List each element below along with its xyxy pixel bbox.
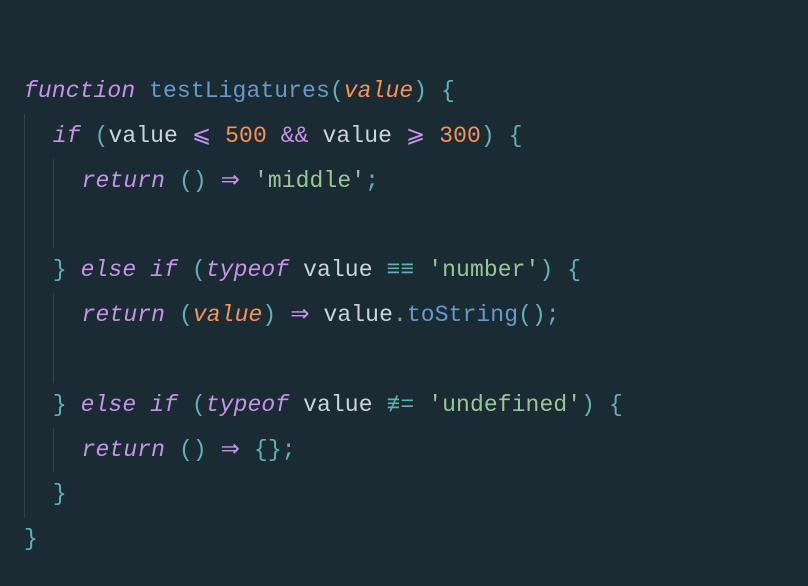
indent-guide [24, 159, 53, 204]
number-500: 500 [225, 123, 267, 149]
brace-close: } [24, 526, 38, 552]
brace-open: { [509, 123, 523, 149]
string-middle: 'middle' [254, 168, 365, 194]
paren-open: ( [192, 257, 206, 283]
paren-close: ) [581, 392, 595, 418]
identifier: value [108, 123, 178, 149]
brace-open: { [567, 257, 581, 283]
op-arrow: ⇒ [290, 302, 309, 328]
keyword-if: if [53, 123, 81, 149]
string-undefined: 'undefined' [428, 392, 581, 418]
keyword-return: return [82, 437, 165, 463]
line-8: } else if (typeof value ≢= 'undefined') … [24, 392, 623, 418]
op-le: ⩽ [192, 123, 211, 149]
dot: . [393, 302, 407, 328]
paren-close: ) [193, 168, 207, 194]
paren-open: ( [330, 78, 344, 104]
indent-guide [24, 383, 53, 428]
keyword-return: return [82, 168, 165, 194]
semicolon: ; [365, 168, 379, 194]
identifier: value [323, 302, 393, 328]
paren-close: ) [481, 123, 495, 149]
paren-open: ( [179, 437, 193, 463]
indent-guide [24, 203, 53, 248]
brace-close: } [53, 392, 67, 418]
op-eq3: ≡≡ [387, 257, 415, 283]
paren-open: ( [518, 302, 532, 328]
indent-guide [24, 428, 53, 473]
line-11: } [24, 526, 38, 552]
line-2: if (value ⩽ 500 && value ⩾ 300) { [24, 123, 523, 149]
op-arrow: ⇒ [221, 437, 240, 463]
brace-close: } [53, 481, 67, 507]
number-300: 300 [439, 123, 481, 149]
line-9: return () ⇒ {}; [24, 437, 296, 463]
keyword-function: function [24, 78, 135, 104]
semicolon: ; [282, 437, 296, 463]
keyword-return: return [82, 302, 165, 328]
method-tostring: toString [407, 302, 518, 328]
line-1: function testLigatures(value) { [24, 78, 455, 104]
brace-open: { [254, 437, 268, 463]
op-and: && [281, 123, 309, 149]
line-6: return (value) ⇒ value.toString(); [24, 302, 560, 328]
line-4 [24, 212, 82, 238]
brace-close: } [268, 437, 282, 463]
paren-close: ) [193, 437, 207, 463]
function-name: testLigatures [149, 78, 330, 104]
indent-guide [24, 248, 53, 293]
indent-guide [24, 472, 53, 517]
indent-guide [24, 293, 53, 338]
indent-guide [24, 114, 53, 159]
identifier: value [303, 257, 373, 283]
paren-open: ( [179, 302, 193, 328]
line-10: } [24, 481, 67, 507]
indent-guide [53, 338, 82, 383]
string-number: 'number' [428, 257, 539, 283]
paren-open: ( [95, 123, 109, 149]
op-arrow: ⇒ [221, 168, 240, 194]
paren-open: ( [179, 168, 193, 194]
brace-close: } [53, 257, 67, 283]
brace-open: { [609, 392, 623, 418]
paren-open: ( [192, 392, 206, 418]
line-3: return () ⇒ 'middle'; [24, 168, 379, 194]
paren-close: ) [532, 302, 546, 328]
line-5: } else if (typeof value ≡≡ 'number') { [24, 257, 581, 283]
keyword-else-if: else if [81, 257, 178, 283]
param-value: value [344, 78, 414, 104]
param-value: value [193, 302, 263, 328]
keyword-typeof: typeof [206, 392, 289, 418]
keyword-else-if: else if [81, 392, 178, 418]
paren-close: ) [413, 78, 427, 104]
indent-guide [53, 428, 82, 473]
indent-guide [53, 159, 82, 204]
keyword-typeof: typeof [206, 257, 289, 283]
identifier: value [303, 392, 373, 418]
semicolon: ; [546, 302, 560, 328]
identifier: value [322, 123, 392, 149]
brace-open: { [441, 78, 455, 104]
line-7 [24, 347, 82, 373]
code-editor: function testLigatures(value) { if (valu… [0, 0, 808, 586]
indent-guide [53, 293, 82, 338]
indent-guide [53, 203, 82, 248]
paren-close: ) [262, 302, 276, 328]
indent-guide [24, 338, 53, 383]
paren-close: ) [539, 257, 553, 283]
op-neq3: ≢= [387, 392, 415, 418]
op-ge: ⩾ [406, 123, 425, 149]
